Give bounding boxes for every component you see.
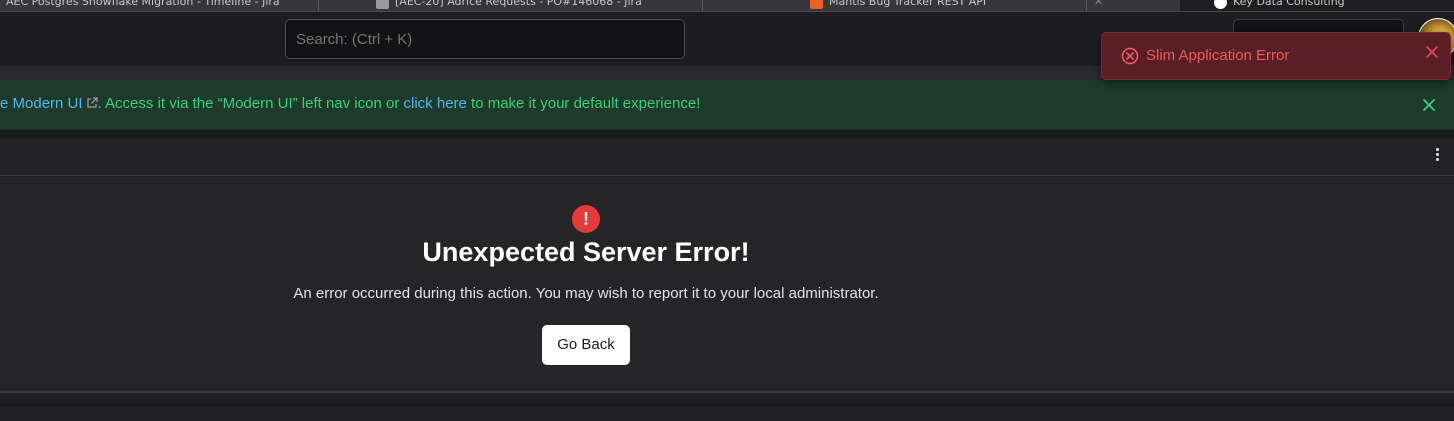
tab-label: AEC Postgres Snowflake Migration - Timel… (6, 0, 280, 8)
tab-divider (702, 0, 703, 11)
tab-divider (318, 0, 319, 11)
banner-text-part: . Access it via the “Modern UI” left nav… (97, 95, 404, 112)
search-input[interactable] (285, 19, 685, 59)
content-gap (0, 130, 1454, 138)
toast-close-icon[interactable] (1425, 45, 1439, 59)
click-here-link[interactable]: click here (404, 95, 467, 112)
tab-divider (1086, 0, 1087, 11)
go-back-button[interactable]: Go Back (542, 325, 630, 365)
jira-favicon-icon (376, 0, 389, 9)
key-data-favicon-icon (1214, 0, 1227, 9)
error-toast: Slim Application Error (1101, 32, 1451, 80)
error-circle-icon (1121, 47, 1139, 65)
browser-tab-bar: AEC Postgres Snowflake Migration - Timel… (0, 0, 1454, 12)
external-link-icon (86, 97, 98, 108)
page-footer (0, 395, 1454, 421)
error-panel: ! Unexpected Server Error! An error occu… (0, 177, 1454, 393)
banner-message: e Modern UI . Access it via the “Modern U… (0, 95, 700, 112)
banner-text-part: to make it your default experience! (466, 95, 701, 112)
more-options-icon[interactable] (1433, 148, 1441, 164)
toast-message: Slim Application Error (1146, 47, 1290, 64)
browser-tab-jira-timeline[interactable]: AEC Postgres Snowflake Migration - Timel… (6, 0, 280, 11)
error-message: An error occurred during this action. Yo… (293, 285, 879, 302)
browser-tab-jira-issue[interactable]: [AEC-20] Adrice Requests - PO#146068 - J… (376, 0, 642, 11)
tab-label: Key Data Consulting (1233, 0, 1345, 8)
browser-tab-key-data[interactable]: Key Data Consulting (1180, 0, 1454, 11)
modern-ui-banner: e Modern UI . Access it via the “Modern U… (0, 80, 1454, 130)
page-toolbar (0, 138, 1454, 176)
mantis-favicon-icon (810, 0, 823, 9)
tab-label: Mantis Bug Tracker REST API (829, 0, 987, 8)
tab-close-icon[interactable]: ✕ (1094, 0, 1103, 11)
modern-ui-link[interactable]: e Modern UI (0, 95, 83, 112)
footer-bar (0, 407, 1454, 421)
tab-label: [AEC-20] Adrice Requests - PO#146068 - J… (395, 0, 642, 8)
error-title: Unexpected Server Error! (422, 237, 750, 267)
close-icon[interactable] (1422, 98, 1436, 112)
browser-tab-mantis[interactable]: Mantis Bug Tracker REST API (810, 0, 987, 11)
error-alert-icon: ! (572, 205, 600, 233)
